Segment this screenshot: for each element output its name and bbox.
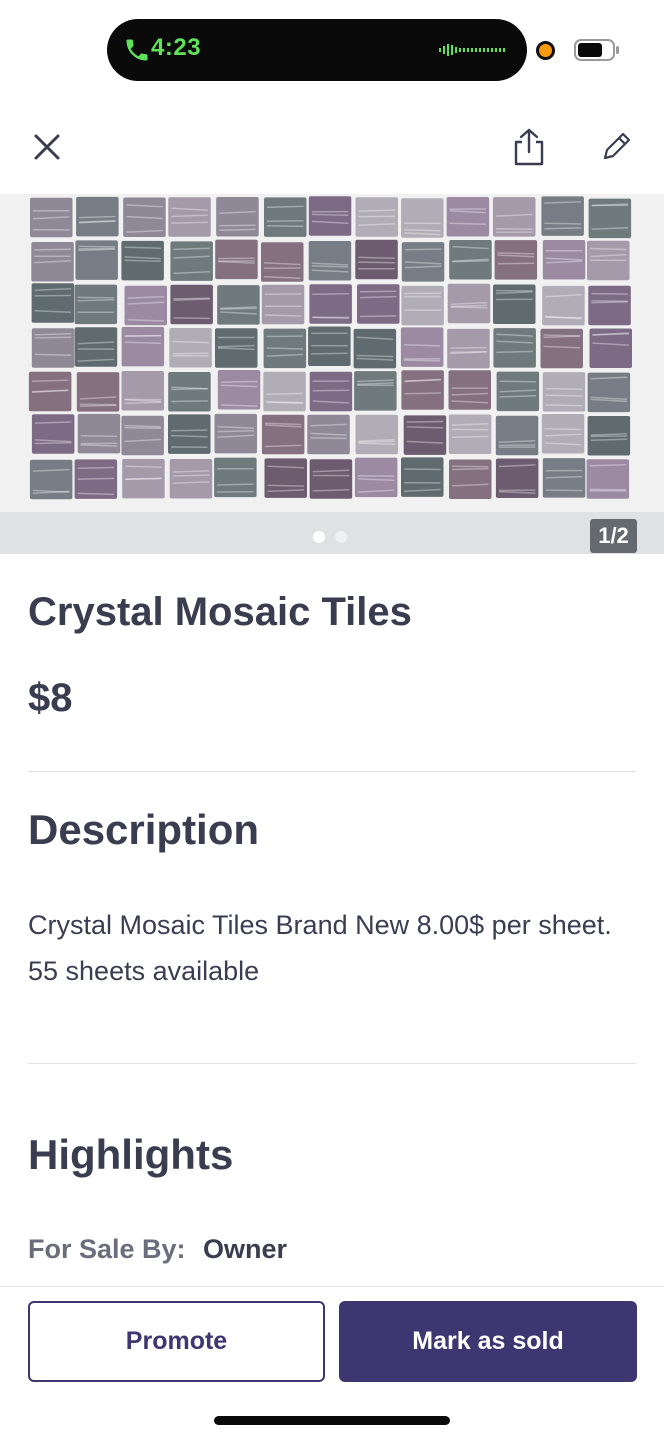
page-dot-active — [313, 531, 325, 543]
description-heading: Description — [28, 806, 260, 853]
call-timer: 4:23 — [151, 34, 202, 61]
gallery-pagination — [313, 531, 347, 543]
battery-icon — [574, 39, 619, 61]
highlights-heading: Highlights — [28, 1131, 234, 1178]
divider — [28, 771, 636, 772]
highlight-value: Owner — [203, 1234, 288, 1264]
tile-mosaic-image — [0, 194, 664, 554]
listing-photo[interactable] — [0, 194, 664, 554]
home-indicator — [214, 1416, 450, 1425]
listing-price: $8 — [28, 676, 73, 720]
promote-button[interactable]: Promote — [28, 1301, 325, 1382]
divider — [28, 1063, 636, 1064]
mark-as-sold-button[interactable]: Mark as sold — [339, 1301, 637, 1382]
image-counter: 1/2 — [590, 519, 637, 553]
edit-pencil-icon[interactable] — [600, 130, 632, 164]
description-text: Crystal Mosaic Tiles Brand New 8.00$ per… — [28, 910, 612, 986]
dynamic-island: 4:23 — [107, 19, 527, 81]
mic-indicator-icon — [536, 41, 555, 60]
page-dot — [335, 531, 347, 543]
highlight-label: For Sale By: — [28, 1234, 186, 1264]
share-icon[interactable] — [510, 127, 548, 167]
listing-title: Crystal Mosaic Tiles — [28, 590, 412, 634]
phone-icon — [126, 39, 148, 61]
waveform-icon — [439, 44, 505, 56]
close-icon[interactable] — [30, 130, 64, 164]
